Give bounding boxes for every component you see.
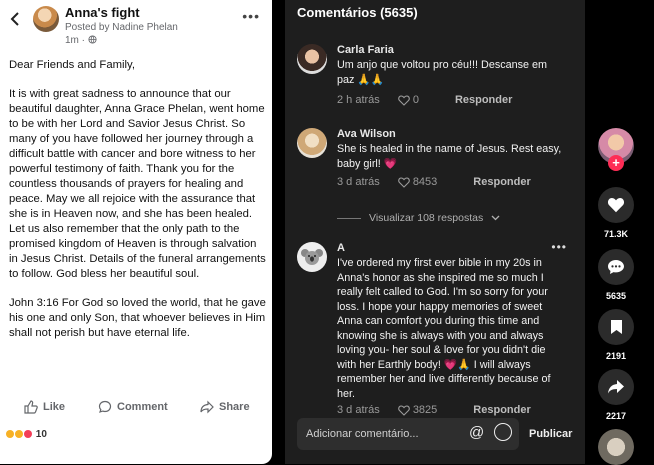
commenter-avatar[interactable] [297, 44, 327, 74]
comment-text: Um anjo que voltou pro céu!!! Descanse e… [337, 59, 548, 86]
commenter-avatar[interactable] [297, 242, 327, 272]
heart-icon [607, 198, 625, 213]
post-paragraph: It is with great sadness to announce tha… [9, 88, 266, 280]
share-button[interactable]: Share [200, 400, 250, 414]
post-group-title[interactable]: Anna's fight [65, 5, 140, 20]
comment-count: 5635 [605, 291, 627, 301]
comment-text: I've ordered my first ever bible in my 2… [337, 257, 551, 400]
emoji-icon[interactable] [494, 423, 512, 441]
reaction-count: 10 [35, 429, 47, 440]
comment-like-count: 8453 [412, 176, 438, 188]
comment-time: 3 d atrás [337, 176, 380, 188]
comment-meta: 3 d atrás 8453 Responder [337, 176, 549, 188]
post-time: 1m · [65, 35, 85, 46]
chevron-left-icon[interactable] [10, 12, 20, 31]
comment-like-count: 3825 [412, 404, 438, 416]
share-video-button[interactable] [598, 369, 634, 405]
comment-like[interactable]: 8453 [398, 176, 455, 188]
like-label: Like [43, 401, 66, 413]
save-count: 2191 [605, 351, 627, 361]
post-body: Dear Friends and Family, It is with grea… [9, 58, 267, 355]
chevron-down-icon [491, 215, 500, 221]
reply-button[interactable]: Responder [455, 94, 512, 106]
post-paragraph: Dear Friends and Family, [9, 59, 135, 71]
globe-icon [88, 35, 97, 44]
comment-input-placeholder: Adicionar comentário... [306, 428, 419, 440]
comment-more-icon[interactable]: ••• [551, 240, 567, 254]
heart-outline-icon [398, 404, 410, 416]
post-paragraph: John 3:16 For God so loved the world, th… [9, 297, 266, 339]
comment-label: Comment [117, 401, 168, 413]
comment-dots-icon [608, 260, 624, 274]
share-count: 2217 [605, 411, 627, 421]
comments-button[interactable] [598, 249, 634, 285]
comment-text: She is healed in the name of Jesus. Rest… [337, 143, 562, 170]
divider-line [337, 217, 361, 219]
reply-button[interactable]: Responder [473, 404, 530, 416]
commenter-name[interactable]: Ava Wilson [337, 128, 396, 140]
care-reaction-icon [6, 430, 14, 439]
sad-reaction-icon [15, 430, 23, 439]
like-video-button[interactable] [598, 187, 634, 223]
publish-button[interactable]: Publicar [529, 428, 572, 440]
comment-bubble-icon [98, 400, 112, 413]
comment-time: 2 h atrás [337, 94, 380, 106]
group-avatar[interactable] [33, 6, 59, 32]
posted-by[interactable]: Posted by Nadine Phelan [65, 22, 178, 33]
koala-icon [301, 249, 323, 265]
comment-like[interactable]: 0 [398, 94, 437, 106]
share-icon [608, 380, 624, 394]
view-replies-button[interactable]: Visualizar 108 respostas [337, 212, 500, 224]
comment-meta: 3 d atrás 3825 Responder [337, 404, 549, 416]
commenter-name[interactable]: Carla Faria [337, 44, 394, 56]
comments-header: Comentários (5635) [297, 5, 418, 20]
heart-outline-icon [398, 94, 410, 106]
save-button[interactable] [598, 309, 634, 345]
comment-button[interactable]: Comment [98, 400, 168, 414]
comment-time: 3 d atrás [337, 404, 380, 416]
heart-outline-icon [398, 176, 410, 188]
facebook-post-card: Anna's fight Posted by Nadine Phelan 1m … [0, 0, 272, 464]
comment-like-count: 0 [412, 94, 419, 106]
comment-meta: 2 h atrás 0 Responder [337, 94, 530, 106]
post-actions: Like Comment Share [0, 400, 272, 420]
follow-plus-icon[interactable]: + [608, 155, 624, 171]
music-disc[interactable] [598, 429, 634, 465]
action-rail: + 71.3K 5635 2191 2217 [588, 0, 654, 465]
post-age: 1m · [65, 35, 97, 46]
comment-input[interactable]: Adicionar comentário... @ [297, 418, 519, 450]
view-replies-label: Visualizar 108 respostas [369, 212, 484, 224]
like-button[interactable]: Like [24, 400, 65, 414]
thumbs-up-icon [24, 400, 38, 414]
more-options-icon[interactable]: ••• [242, 8, 260, 24]
share-label: Share [219, 401, 250, 413]
like-count: 71.3K [603, 229, 629, 239]
commenter-name[interactable]: A [337, 242, 345, 254]
reply-button[interactable]: Responder [473, 176, 530, 188]
comments-panel: Comentários (5635) Carla Faria Um anjo q… [285, 0, 585, 464]
comment-like[interactable]: 3825 [398, 404, 455, 416]
reaction-summary[interactable]: 10 [6, 429, 47, 440]
mention-icon[interactable]: @ [469, 424, 484, 441]
share-arrow-icon [200, 400, 214, 414]
bookmark-icon [610, 320, 622, 334]
commenter-avatar[interactable] [297, 128, 327, 158]
love-reaction-icon [24, 430, 32, 439]
